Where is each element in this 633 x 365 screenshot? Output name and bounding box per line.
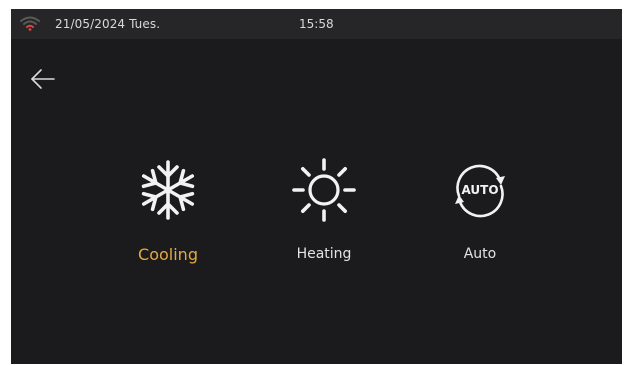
mode-heating-button[interactable]: Heating	[269, 149, 379, 279]
mode-cooling-label: Cooling	[138, 245, 198, 264]
date-display: 21/05/2024 Tues.	[55, 17, 161, 31]
status-bar: 21/05/2024 Tues. 15:58	[11, 9, 622, 39]
wifi-icon	[20, 16, 40, 31]
mode-heating-label: Heating	[296, 246, 352, 262]
mode-auto-label: Auto	[463, 246, 497, 262]
mode-selection-screen: 21/05/2024 Tues. 15:58 Cooling Heating A…	[11, 9, 622, 364]
mode-auto-button[interactable]: AUTO Auto	[425, 149, 535, 279]
sun-icon	[292, 158, 356, 222]
back-arrow-icon[interactable]	[30, 68, 56, 90]
snowflake-icon	[141, 160, 195, 220]
mode-cooling-button[interactable]: Cooling	[113, 149, 223, 279]
time-display: 15:58	[299, 17, 334, 31]
auto-badge-text: AUTO	[461, 183, 498, 197]
auto-cycle-icon: AUTO	[455, 164, 505, 218]
